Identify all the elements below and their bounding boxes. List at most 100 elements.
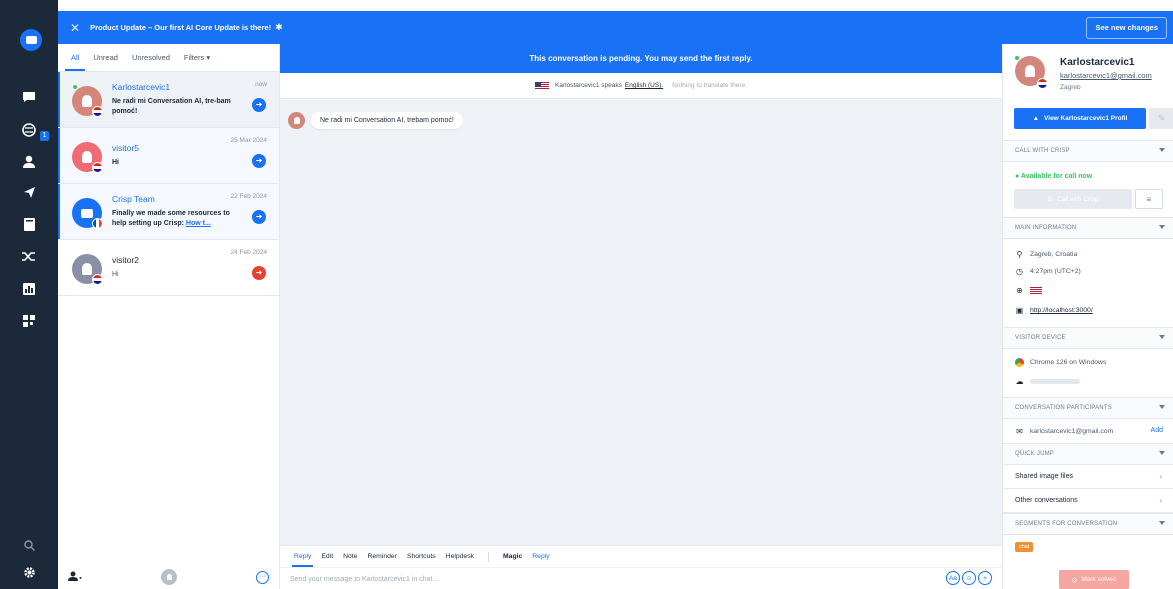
tab-helpdesk[interactable]: Helpdesk [446, 553, 474, 560]
update-banner: ✕ Product Update – Our first AI Core Upd… [58, 11, 1173, 44]
chevron-right-icon: › [1159, 496, 1162, 505]
section-visitor-device[interactable]: VISITOR DEVICE [1003, 327, 1173, 349]
check-circle-icon: ◎ [1071, 576, 1078, 584]
translation-bar: Karlostarcevic1 speaks English (US). Not… [280, 73, 1002, 99]
tab-reminder[interactable]: Reminder [367, 553, 396, 560]
chevron-down-icon [1159, 335, 1165, 339]
other-conversations-link[interactable]: Other conversations › [1003, 489, 1173, 513]
us-flag-icon [535, 81, 550, 90]
search-icon[interactable] [0, 533, 58, 557]
left-rail: 1 [0, 0, 58, 589]
segment-tag[interactable]: chat [1015, 542, 1034, 552]
clock-icon: ◷ [1016, 267, 1023, 276]
croatia-flag-icon [92, 162, 103, 173]
resource-link[interactable]: How t... [186, 220, 211, 227]
analytics-icon[interactable] [0, 277, 58, 301]
location-pin-icon: ⚲ [1016, 250, 1023, 259]
france-flag-icon [92, 218, 103, 229]
text-format-icon[interactable]: Aa [946, 571, 960, 585]
chevron-down-icon [1159, 451, 1165, 455]
location-row: ⚲ Zagreb, Croatia [1016, 250, 1078, 259]
composer-tools: Aa ☺ + [946, 571, 992, 585]
tab-edit[interactable]: Edit [321, 553, 333, 560]
conversation-item[interactable]: Karlostarcevic1 now Ne radi mi Conversat… [58, 72, 279, 128]
speaks-text: Karlostarcevic1 speaks [555, 82, 622, 89]
message-input[interactable]: Send your message to Karlostarcevic1 in … [280, 567, 1002, 589]
profile-header: Karlostarcevic1 karlostarcevic1@gmail.co… [1003, 44, 1173, 94]
operator-filter-icon[interactable] [68, 568, 82, 586]
tab-reply[interactable]: Reply [291, 553, 314, 567]
emoji-icon[interactable]: ☺ [962, 571, 976, 585]
view-profile-button[interactable]: ▲ View Karlostarcevic1 Profil [1014, 108, 1146, 129]
visitor-side-panel: Karlostarcevic1 karlostarcevic1@gmail.co… [1002, 44, 1173, 589]
language-link[interactable]: English (US). [625, 82, 663, 89]
operator-avatar[interactable] [161, 569, 177, 585]
croatia-flag-icon [92, 106, 103, 117]
chevron-down-icon [1159, 521, 1165, 525]
conversation-item[interactable]: Crisp Team 22 Feb 2024 Finally we made s… [58, 184, 279, 240]
composer-tabs: Reply Edit Note Reminder Shortcuts Helpd… [280, 546, 1002, 567]
tab-unread[interactable]: Unread [93, 53, 118, 62]
cloud-icon: ☁ [1015, 377, 1024, 386]
ip-redacted [1030, 379, 1080, 384]
chrome-icon [1015, 358, 1024, 367]
edit-profile-button[interactable]: ✎ [1149, 108, 1173, 129]
section-call[interactable]: CALL WITH CRISP [1003, 140, 1173, 162]
tab-unresolved[interactable]: Unresolved [132, 53, 170, 62]
contacts-icon[interactable] [0, 149, 58, 173]
conversation-item[interactable]: visitor5 25 Mar 2024 Hi ➜ [58, 128, 279, 184]
conversation-preview: Hi [112, 159, 119, 166]
tab-shortcuts[interactable]: Shortcuts [407, 553, 436, 560]
list-filter-tabs: All Unread Unresolved Filters ▾ [58, 44, 279, 72]
plugins-grid-icon[interactable] [0, 309, 58, 333]
tab-filters[interactable]: Filters ▾ [184, 53, 210, 62]
visitor-avatar [288, 112, 305, 129]
campaigns-send-icon[interactable] [0, 180, 58, 204]
reply-arrow-icon: ➜ [252, 154, 266, 168]
mark-solved-button[interactable]: ◎ Mark solved [1059, 570, 1129, 589]
call-with-crisp-button[interactable]: ✆ Call with Crisp [1014, 189, 1132, 209]
tab-divider [488, 551, 489, 562]
add-participant-button[interactable]: Add [1151, 427, 1163, 434]
section-main-information[interactable]: MAIN INFORMATION [1003, 217, 1173, 239]
croatia-flag-icon [1037, 78, 1048, 89]
profile-name: Karlostarcevic1 [1060, 57, 1135, 68]
chevron-right-icon: › [1159, 472, 1162, 481]
translate-note: Nothing to translate there. [672, 82, 747, 89]
conversation-date: 22 Feb 2024 [230, 193, 267, 200]
browser-row: Chrome 126 on Windows [1015, 358, 1106, 367]
section-quick-jump[interactable]: QUICK JUMP [1003, 443, 1173, 465]
conversation-preview: Finally we made some resources to help s… [112, 210, 230, 227]
tab-all[interactable]: All [64, 53, 86, 71]
pencil-icon: ✎ [1157, 113, 1166, 123]
more-options-icon[interactable]: ··· [256, 570, 269, 584]
chevron-down-icon [1159, 225, 1165, 229]
inbox-icon[interactable] [0, 85, 58, 109]
automation-shuffle-icon[interactable] [0, 244, 58, 268]
profile-email[interactable]: karlostarcevic1@gmail.com [1060, 71, 1152, 80]
email-icon: ✉ [1016, 427, 1023, 436]
crisp-logo-icon[interactable] [20, 29, 42, 51]
phone-icon: ✆ [1047, 196, 1053, 203]
menu-lines-icon: ≡ [1146, 194, 1152, 204]
helpdesk-book-icon[interactable] [0, 212, 58, 236]
tab-magic-reply[interactable]: Magic Reply [503, 553, 550, 560]
call-options-button[interactable]: ≡ [1135, 189, 1163, 209]
see-new-changes-button[interactable]: See new changes [1086, 17, 1167, 39]
time-row: ◷ 4:27pm (UTC+2) [1016, 267, 1081, 276]
visitors-globe-icon[interactable] [0, 118, 58, 142]
conversation-item[interactable]: visitor2 24 Feb 2024 Hi ➜ [58, 240, 279, 296]
visited-url[interactable]: http://localhost:3000/ [1030, 307, 1093, 314]
settings-gear-icon[interactable] [0, 560, 58, 584]
close-banner-icon[interactable]: ✕ [70, 21, 80, 35]
shared-images-link[interactable]: Shared image files › [1003, 465, 1173, 489]
conversation-name: visitor2 [112, 255, 139, 265]
tab-note[interactable]: Note [343, 553, 357, 560]
message-row: Ne radi mi Conversation AI, trebam pomoć… [288, 112, 463, 129]
section-participants[interactable]: CONVERSATION PARTICIPANTS [1003, 397, 1173, 419]
conversation-name: Crisp Team [112, 194, 155, 204]
conversation-date: 25 Mar 2024 [230, 137, 268, 144]
add-attachment-icon[interactable]: + [978, 571, 992, 585]
reply-arrow-icon: ➜ [252, 98, 266, 112]
section-segments[interactable]: SEGMENTS FOR CONVERSATION [1003, 513, 1173, 535]
